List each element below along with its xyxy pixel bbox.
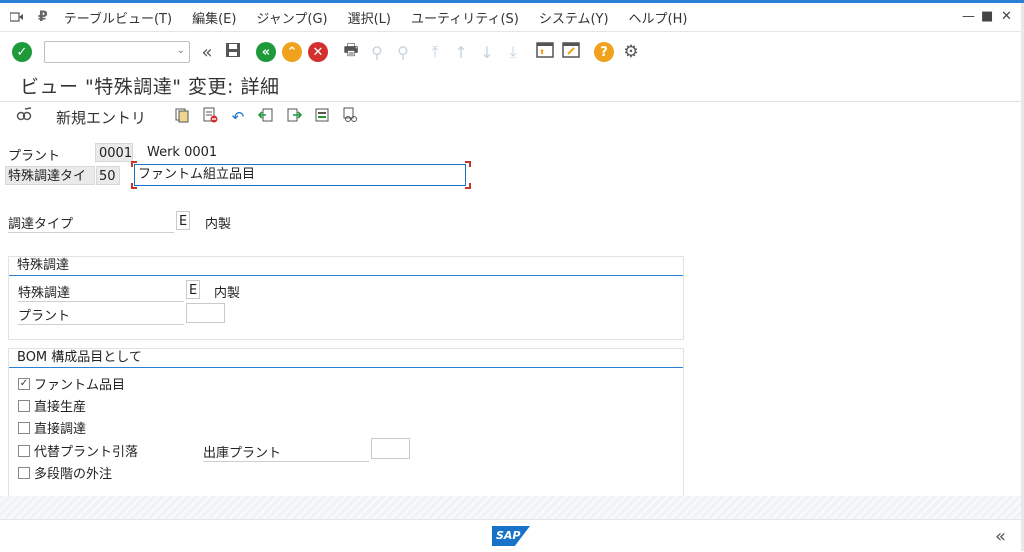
menu-table-view[interactable]: テーブルビュー(T) (64, 8, 172, 27)
focus-corner-tr (465, 161, 471, 167)
special-procurement-group: 特殊調達 特殊調達 E 内製 プラント (8, 256, 684, 340)
direct-procurement-label: 直接調達 (34, 422, 87, 437)
back-icon[interactable]: « (256, 42, 276, 62)
footer-hatch (0, 496, 1024, 519)
status-bar: SAP « (0, 519, 1024, 552)
shortcut-icon[interactable] (562, 42, 580, 62)
save-icon[interactable] (224, 42, 242, 62)
spec-proc-type-label: 特殊調達タイプ (5, 166, 95, 185)
plant-label: プラント (8, 149, 61, 164)
phantom-item-check-icon[interactable]: ✓ (18, 377, 30, 390)
sap-logo: SAP (492, 526, 530, 546)
multilevel-subcontracting-box[interactable] (18, 466, 30, 479)
direct-procurement-box[interactable] (18, 421, 30, 434)
collapse-status-icon[interactable]: « (995, 526, 1006, 547)
print-icon[interactable]: 🖶 (342, 39, 360, 66)
application-toolbar: 新規エントリ ↶ (0, 102, 1024, 132)
phantom-item-label: ファントム品目 (34, 378, 126, 393)
bom-item-group-title: BOM 構成品目として (9, 349, 683, 368)
plant-field[interactable]: 0001 (95, 143, 133, 162)
focus-corner-br (465, 183, 471, 189)
spec-proc-type-field[interactable]: 50 (96, 166, 120, 185)
special-procurement-field[interactable]: E (186, 280, 200, 299)
spec-proc-type-desc-input[interactable]: ファントム組立品目 (134, 164, 466, 186)
special-plant-label: プラント (18, 305, 184, 325)
back-double-icon[interactable]: « (198, 42, 216, 63)
direct-procurement-checkbox[interactable]: 直接調達 (18, 418, 86, 437)
display-change-icon[interactable] (14, 107, 34, 127)
prev-page-icon[interactable]: ↑ (452, 43, 470, 62)
new-entries-button[interactable]: 新規エントリ (56, 107, 146, 128)
special-procurement-label: 特殊調達 (18, 282, 184, 302)
undo-icon[interactable]: ↶ (228, 108, 248, 126)
special-procurement-desc: 内製 (214, 286, 241, 301)
bom-item-group: BOM 構成品目として ✓ ファントム品目 直接生産 直接調達 代替プラント引落… (8, 348, 684, 500)
settings-icon[interactable]: ⚙ (622, 42, 640, 62)
close-icon[interactable]: ✕ (1001, 9, 1012, 24)
procurement-type-field[interactable]: E (176, 211, 190, 230)
menu-bar: ₽ テーブルビュー(T) 編集(E) ジャンプ(G) 選択(L) ユーティリティ… (0, 3, 1024, 32)
issue-plant-label: 出庫プラント (203, 442, 369, 462)
multilevel-subcontracting-checkbox[interactable]: 多段階の外注 (18, 463, 112, 482)
page-title: ビュー "特殊調達" 変更: 詳細 (20, 76, 280, 98)
find-icon[interactable]: ⚲ (368, 43, 386, 62)
last-page-icon[interactable]: ⤓ (504, 42, 522, 62)
cancel-icon[interactable]: ✕ (308, 42, 328, 62)
alt-plant-withdrawal-box[interactable] (18, 444, 30, 457)
menu-selection[interactable]: 選択(L) (348, 8, 391, 27)
special-procurement-group-title: 特殊調達 (9, 257, 683, 276)
next-entry-icon[interactable] (284, 107, 304, 127)
command-field[interactable]: ⌄ (44, 41, 190, 63)
multilevel-subcontracting-label: 多段階の外注 (34, 467, 113, 482)
direct-production-checkbox[interactable]: 直接生産 (18, 396, 86, 415)
exit-icon[interactable]: ⌃ (282, 42, 302, 62)
special-plant-field[interactable] (186, 303, 225, 323)
menu-utilities[interactable]: ユーティリティ(S) (411, 8, 519, 27)
alt-plant-withdrawal-label: 代替プラント引落 (34, 445, 139, 460)
find-next-icon[interactable]: ⚲ (394, 43, 412, 62)
menu-system[interactable]: システム(Y) (539, 8, 609, 27)
procurement-type-desc: 内製 (205, 217, 232, 232)
menu-toggle-icon[interactable] (9, 11, 24, 23)
minimize-icon[interactable]: — (962, 9, 975, 24)
compare-icon[interactable] (340, 107, 360, 127)
menu-help[interactable]: ヘルプ(H) (629, 8, 688, 27)
help-icon[interactable]: ? (594, 42, 614, 62)
focus-corner-bl (131, 183, 137, 189)
delete-icon[interactable] (200, 107, 220, 127)
detail-content: プラント 0001 Werk 0001 特殊調達タイプ 50 ファントム組立品目… (0, 135, 1024, 519)
p-icon[interactable]: ₽ (38, 9, 48, 25)
direct-production-box[interactable] (18, 399, 30, 412)
next-page-icon[interactable]: ↓ (478, 43, 496, 62)
transport-icon[interactable] (312, 107, 332, 127)
standard-toolbar: ✓ ⌄ « « ⌃ ✕ 🖶 ⚲ ⚲ ⤒ ↑ ↓ ⤓ ? ⚙ (0, 32, 1024, 72)
chevron-down-icon[interactable]: ⌄ (177, 45, 185, 56)
previous-entry-icon[interactable] (256, 107, 276, 127)
menu-edit[interactable]: 編集(E) (192, 8, 236, 27)
copy-as-icon[interactable] (172, 107, 192, 127)
alt-plant-withdrawal-checkbox[interactable]: 代替プラント引落 (18, 441, 138, 460)
direct-production-label: 直接生産 (34, 400, 87, 415)
create-session-icon[interactable] (536, 42, 554, 62)
maximize-icon[interactable]: ■ (981, 9, 993, 24)
plant-name: Werk 0001 (147, 145, 218, 160)
menu-goto[interactable]: ジャンプ(G) (256, 8, 327, 27)
phantom-item-checkbox[interactable]: ✓ ファントム品目 (18, 374, 125, 393)
procurement-type-label: 調達タイプ (8, 213, 174, 233)
focus-corner-tl (131, 161, 137, 167)
first-page-icon[interactable]: ⤒ (426, 42, 444, 62)
issue-plant-field[interactable] (371, 438, 410, 459)
enter-icon[interactable]: ✓ (12, 42, 32, 62)
